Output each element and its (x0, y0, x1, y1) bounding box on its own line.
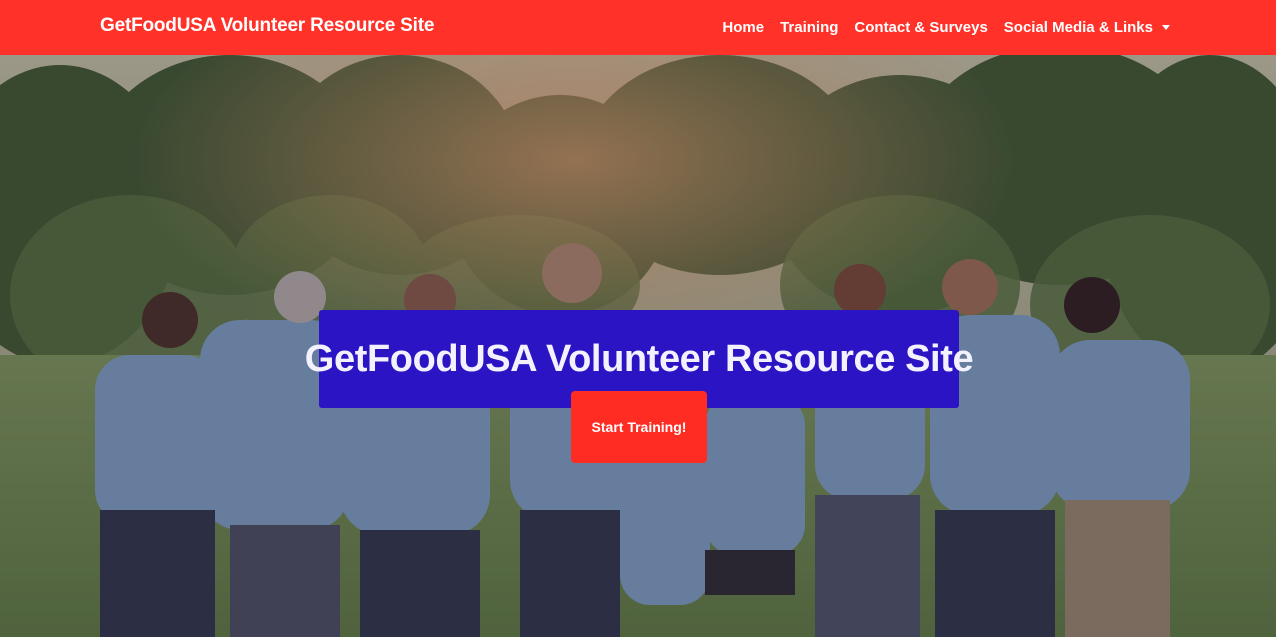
nav-dropdown-social-media[interactable]: Social Media & Links (1004, 19, 1170, 36)
top-navbar: GetFoodUSA Volunteer Resource Site Home … (0, 0, 1276, 55)
nav-link-training[interactable]: Training (780, 19, 838, 36)
hero-section: GetFoodUSA Volunteer Resource Site Start… (0, 55, 1276, 637)
brand-link[interactable]: GetFoodUSA Volunteer Resource Site (100, 15, 434, 37)
nav-links: Home Training Contact & Surveys Social M… (706, 0, 1170, 55)
nav-link-home[interactable]: Home (722, 19, 764, 36)
nav-link-contact-surveys[interactable]: Contact & Surveys (854, 19, 987, 36)
caret-down-icon (1162, 25, 1170, 30)
start-training-button[interactable]: Start Training! (571, 391, 707, 463)
nav-dropdown-label: Social Media & Links (1003, 19, 1153, 36)
